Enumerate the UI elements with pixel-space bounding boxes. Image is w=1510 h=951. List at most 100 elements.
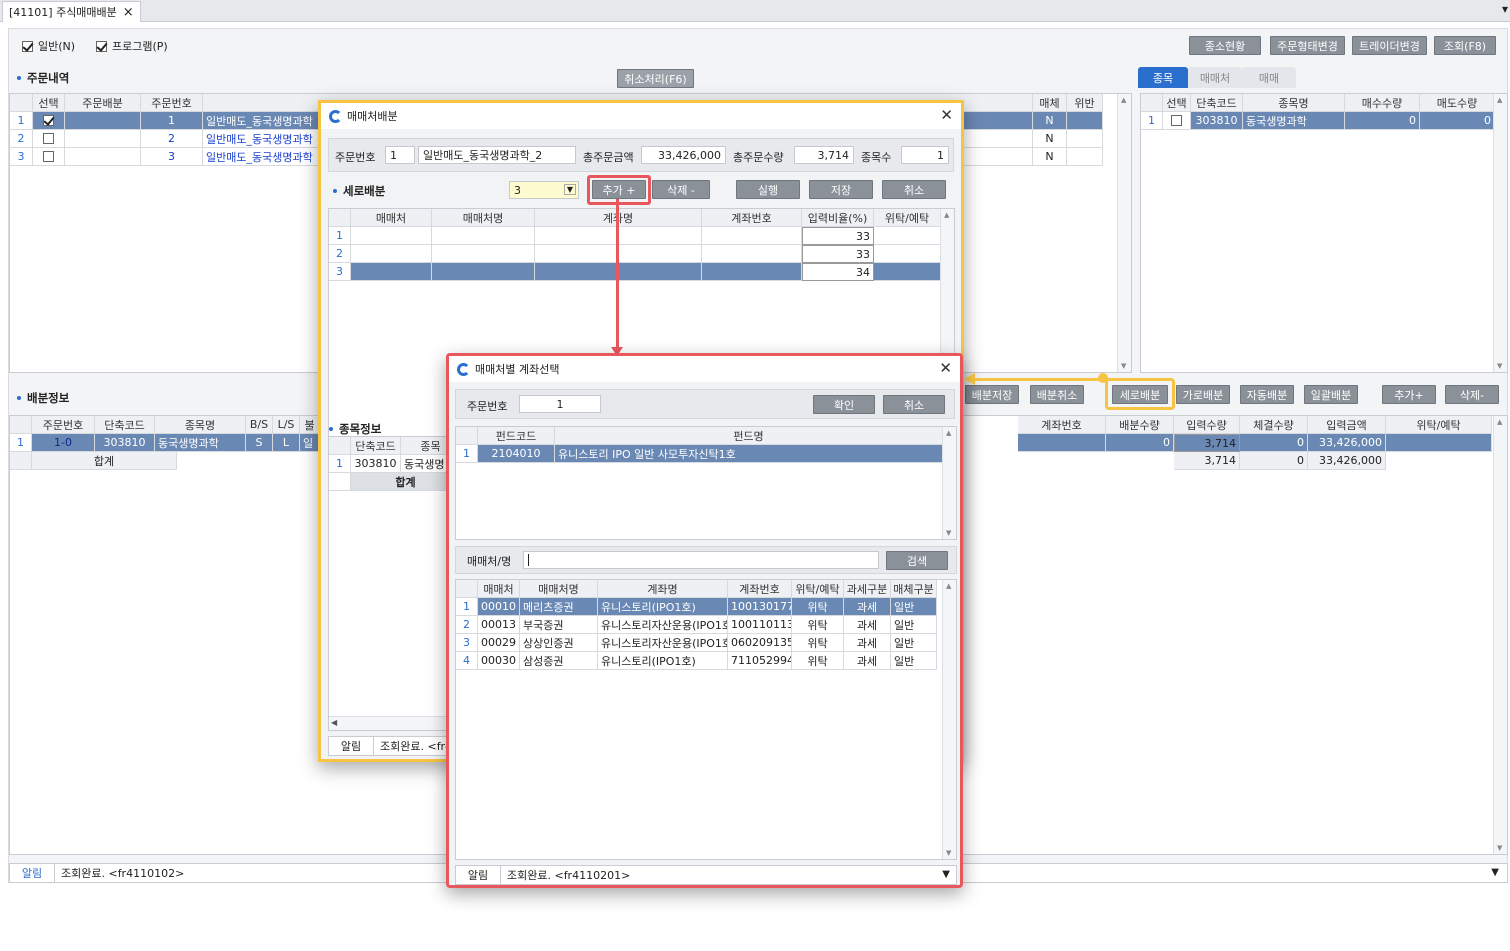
- dialog-title: 매매처배분: [347, 110, 398, 123]
- add-button[interactable]: 추가 +: [592, 180, 646, 199]
- close-icon[interactable]: ✕: [940, 107, 953, 123]
- search-input[interactable]: [523, 551, 879, 569]
- cancel-button[interactable]: 취소: [883, 395, 945, 414]
- order-type-change-button[interactable]: 주문형태변경: [1270, 36, 1345, 55]
- tab-trade[interactable]: 매매: [1242, 67, 1296, 88]
- checkbox-icon[interactable]: [96, 40, 107, 52]
- input-qty-field[interactable]: 3,714: [1174, 434, 1240, 452]
- app-logo-icon: [329, 109, 342, 123]
- total-qty-field: 3,714: [794, 146, 854, 164]
- checkbox-icon[interactable]: [43, 151, 54, 162]
- col-violation: 위반: [1067, 94, 1103, 112]
- delete-button[interactable]: 삭제-: [1445, 385, 1499, 404]
- table-row[interactable]: 1 00010 메리츠증권 유니스토리(IPO1호) 1001301773 위탁…: [456, 598, 937, 616]
- table-row[interactable]: 1 303810 동국생명과학 0 0: [1141, 112, 1495, 130]
- tab-bar: [41101] 주식매매배분 × ▾: [0, 0, 1510, 22]
- chevron-down-icon[interactable]: ▾: [1502, 2, 1508, 16]
- col-order-no: 주문번호: [141, 94, 203, 112]
- scrollbar[interactable]: ◀: [329, 716, 457, 730]
- dialog-status-bar: 알림 조회완료. <fr4: [328, 736, 458, 756]
- tab-41101[interactable]: [41101] 주식매매배분 ×: [2, 1, 141, 22]
- order-no-field: 1: [519, 395, 601, 413]
- bulk-dist-button[interactable]: 일괄배분: [1304, 385, 1358, 404]
- scrollbar[interactable]: ▲ ▼: [942, 580, 956, 859]
- table-row[interactable]: 3 34: [329, 263, 941, 281]
- program-label: 프로그램(P): [112, 40, 168, 53]
- save-button[interactable]: 저장: [809, 180, 873, 199]
- stock-info-grid: 단축코드 종목 1 303810 동국생명 합계 ◀: [328, 436, 458, 731]
- chevron-down-icon[interactable]: ▼: [563, 184, 576, 195]
- account-grid: 매매처 매매처명 계좌명 계좌번호 위탁/예탁 과세구분 매체구분 1 0001…: [455, 579, 957, 860]
- checkbox-icon[interactable]: [22, 40, 33, 52]
- scrollbar[interactable]: ▲ ▼: [1117, 94, 1131, 372]
- scrollbar[interactable]: ▲ ▼: [942, 427, 956, 539]
- table-row[interactable]: 2 33: [329, 245, 941, 263]
- scrollbar[interactable]: ▲ ▼: [1493, 94, 1507, 372]
- table-row[interactable]: 1 33: [329, 227, 941, 245]
- general-checkbox[interactable]: 일반(N): [22, 38, 75, 54]
- total-row: 합계: [10, 452, 177, 470]
- chevron-down-icon[interactable]: ▼: [1491, 867, 1499, 878]
- total-row: 3,714 0 33,426,000: [1174, 452, 1386, 470]
- dialog-status-bar: 알림 조회완료. <fr4110201> ▼: [455, 865, 957, 885]
- connector-dot: [1098, 373, 1108, 383]
- cancel-process-button[interactable]: 취소처리(F6): [617, 69, 694, 88]
- fund-grid: 펀드코드 펀드명 1 2104010 유니스토리 IPO 일반 사모투자신탁1호…: [455, 426, 957, 540]
- cancel-button[interactable]: 취소: [882, 180, 946, 199]
- table-row[interactable]: 2 00013 부국증권 유니스토리자산운용(IPO1호 1001101136 …: [456, 616, 937, 634]
- search-label: 매매처/명: [467, 555, 512, 568]
- delete-button[interactable]: 삭제 -: [652, 180, 710, 199]
- order-no-field: 1: [385, 146, 415, 164]
- checkbox-icon[interactable]: [43, 133, 54, 144]
- close-icon[interactable]: ✕: [939, 360, 952, 376]
- dialog-title-bar: 매매처배분 ✕: [321, 103, 961, 129]
- connector-arrow-yellow: [975, 378, 1103, 381]
- horizontal-dist-button[interactable]: 가로배분: [1176, 385, 1230, 404]
- dist-save-button[interactable]: 배분저장: [965, 385, 1019, 404]
- jongso-button[interactable]: 종소현황: [1189, 36, 1261, 55]
- vertical-dist-button[interactable]: 세로배분: [1112, 385, 1168, 404]
- ratio-input[interactable]: 33: [802, 245, 874, 263]
- table-row[interactable]: 3 00029 상상인증권 유니스토리자산운용(IPO1호 0602091357…: [456, 634, 937, 652]
- dist-section-title: 배분정보: [17, 390, 69, 406]
- ratio-input[interactable]: 34: [802, 263, 874, 281]
- right-tabs: 종목 매매처 매매: [1138, 67, 1296, 88]
- add-button[interactable]: 추가+: [1382, 385, 1436, 404]
- dialog-title: 매매처별 계좌선택: [475, 363, 560, 376]
- confirm-button[interactable]: 확인: [813, 395, 875, 414]
- general-label: 일반(N): [38, 40, 76, 53]
- table-row[interactable]: 1 1-0 303810 동국생명과학 S L 일: [10, 434, 320, 452]
- checkbox-icon[interactable]: [43, 115, 54, 126]
- vertical-dist-label: 세로배분: [333, 183, 385, 199]
- table-row[interactable]: 1 303810 동국생명: [329, 455, 457, 473]
- auto-dist-button[interactable]: 자동배분: [1240, 385, 1294, 404]
- trader-change-button[interactable]: 트레이더변경: [1352, 36, 1427, 55]
- table-row[interactable]: 0 3,714 0 33,426,000: [1018, 434, 1492, 452]
- total-row: 합계: [329, 473, 457, 491]
- query-button[interactable]: 조회(F8): [1434, 36, 1496, 55]
- vertical-count-select[interactable]: 3 ▼: [509, 181, 579, 199]
- col-media: 매체: [1033, 94, 1067, 112]
- stock-grid: 선택 단축코드 종목명 매수수량 매도수량 1 303810 동국생명과학 0 …: [1140, 93, 1508, 373]
- chevron-down-icon[interactable]: ▼: [942, 869, 950, 880]
- item-count-field: 1: [901, 146, 949, 164]
- table-row[interactable]: 1 2104010 유니스토리 IPO 일반 사모투자신탁1호: [456, 445, 943, 463]
- arrow-head-icon: [964, 373, 975, 385]
- tab-stock[interactable]: 종목: [1138, 67, 1188, 88]
- program-checkbox[interactable]: 프로그램(P): [96, 38, 168, 54]
- order-section-title: 주문내역: [17, 70, 69, 86]
- search-button[interactable]: 검색: [886, 551, 948, 570]
- dist-cancel-button[interactable]: 배분취소: [1030, 385, 1084, 404]
- account-select-dialog: 매매처별 계좌선택 ✕ 주문번호 1 확인 취소 펀드코드 펀드명 1 2104…: [446, 353, 963, 888]
- scrollbar[interactable]: ▲ ▼: [1493, 416, 1507, 854]
- order-name-field: 일반매도_동국생명과학_2: [418, 146, 576, 164]
- app-logo-icon: [457, 362, 470, 376]
- ratio-input[interactable]: 33: [802, 227, 874, 245]
- checkbox-icon[interactable]: [1171, 115, 1182, 126]
- table-row[interactable]: 4 00030 삼성증권 유니스토리(IPO1호) 7110529942 위탁 …: [456, 652, 937, 670]
- tab-trader[interactable]: 매매처: [1188, 67, 1242, 88]
- close-icon[interactable]: ×: [123, 5, 134, 20]
- run-button[interactable]: 실행: [736, 180, 800, 199]
- dialog-title-bar: 매매처별 계좌선택 ✕: [449, 356, 960, 382]
- total-amount-field: 33,426,000: [641, 146, 726, 164]
